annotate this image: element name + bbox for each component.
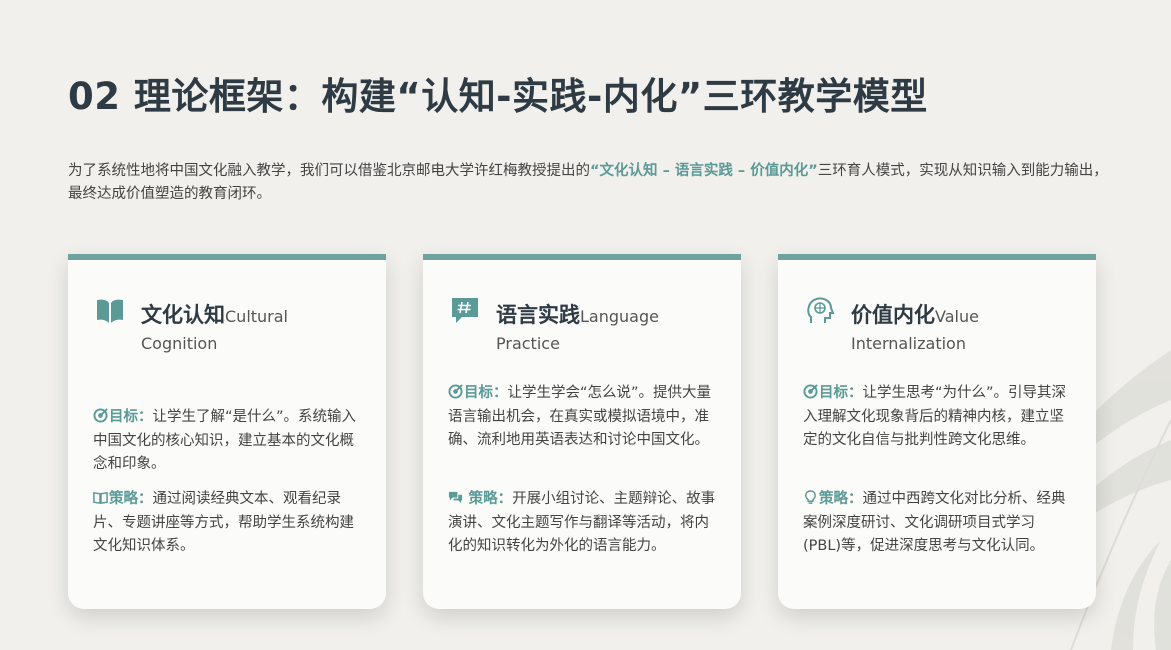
goal-section: 目标：让学生思考“为什么”。引导其深入理解文化现象背后的精神内核，建立坚定的文化… [803,382,1072,453]
brain-head-icon [805,296,835,326]
strategy-label: 策略： [468,491,513,507]
target-icon [448,384,463,399]
card-title-en: Value [935,307,979,326]
target-icon [803,384,818,399]
goal-section: 目标：让学生了解“是什么”。系统输入中国文化的核心知识，建立基本的文化概念和印象… [93,406,362,477]
strategy-label: 策略： [109,491,153,507]
goal-label: 目标： [464,385,508,401]
card-title-en-line2: Internalization [851,334,966,353]
goal-label: 目标： [819,385,863,401]
card-title: 语言实践Language Practice [496,302,723,357]
card-title-en: Cultural [225,307,288,326]
strategy-section: 策略：开展小组讨论、主题辩论、故事演讲、文化主题写作与翻译等活动，将内化的知识转… [448,488,717,559]
intro-text-before: 为了系统性地将中国文化融入教学，我们可以借鉴北京邮电大学许红梅教授提出的 [68,163,590,179]
hashtag-chat-icon [450,296,480,326]
intro-highlight: “文化认知 – 语言实践 – 价值内化” [590,163,818,179]
lightbulb-icon [803,490,818,505]
target-icon [93,408,108,423]
intro-paragraph: 为了系统性地将中国文化融入教学，我们可以借鉴北京邮电大学许红梅教授提出的“文化认… [68,160,1108,206]
strategy-label: 策略： [819,491,863,507]
open-book-icon [95,296,125,326]
card-title-en-line2: Cognition [141,334,218,353]
comments-icon [448,490,463,505]
card-title-zh: 文化认知 [141,303,225,327]
page-title: 02 理论框架：构建“认知-实践-内化”三环教学模型 [68,75,928,118]
card-language-practice: 语言实践Language Practice 目标：让学生学会“怎么说”。提供大量… [423,254,741,609]
card-title: 价值内化Value Internalization [851,302,1078,357]
goal-label: 目标： [109,409,153,425]
card-title-zh: 语言实践 [496,303,580,327]
goal-section: 目标：让学生学会“怎么说”。提供大量语言输出机会，在真实或模拟语境中，准确、流利… [448,382,717,453]
book-icon [93,490,108,505]
card-value-internalization: 价值内化Value Internalization 目标：让学生思考“为什么”。… [778,254,1096,609]
card-title-en-line2: Practice [496,334,560,353]
card-title-en: Language [580,307,659,326]
card-title: 文化认知Cultural Cognition [141,302,368,357]
card-title-zh: 价值内化 [851,303,935,327]
strategy-section: 策略：通过中西跨文化对比分析、经典案例深度研讨、文化调研项目式学习(PBL)等，… [803,488,1072,559]
card-cultural-cognition: 文化认知Cultural Cognition 目标：让学生了解“是什么”。系统输… [68,254,386,609]
strategy-section: 策略：通过阅读经典文本、观看纪录片、专题讲座等方式，帮助学生系统构建文化知识体系… [93,488,362,559]
